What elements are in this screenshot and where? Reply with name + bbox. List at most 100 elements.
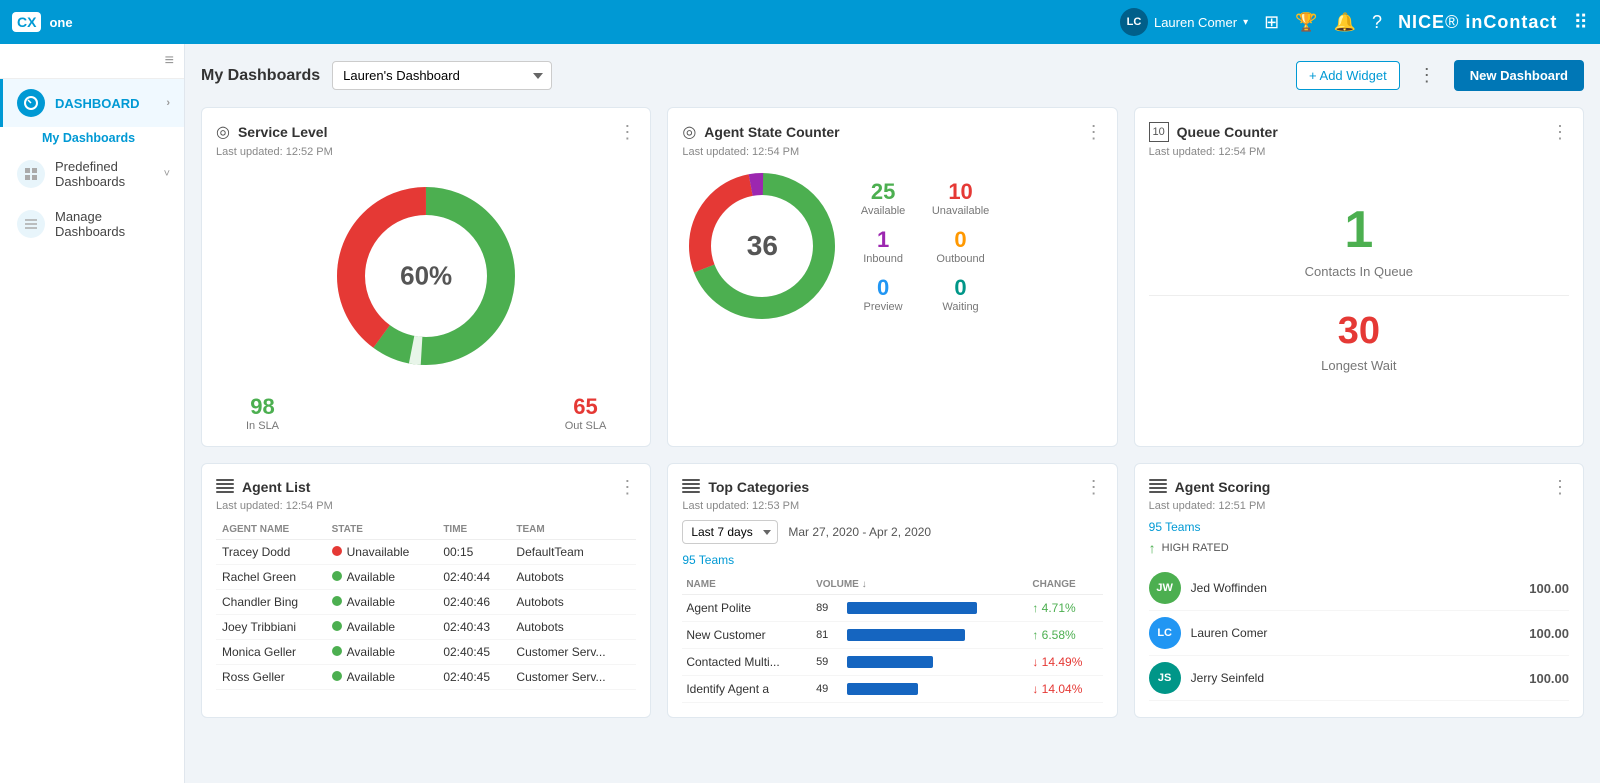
sidebar-manage-dashboards[interactable]: Manage Dashboards [0,199,184,249]
user-avatar: LC [1120,8,1148,36]
apps-grid-icon[interactable]: ⠿ [1573,10,1588,35]
tc-change: ↑ 4.71% [1028,595,1102,622]
al-col-state: STATE [326,520,438,540]
asc-menu-button[interactable]: ⋮ [1085,123,1103,141]
al-icon [216,479,234,496]
dashboard-select[interactable]: Lauren's Dashboard [332,61,552,90]
asc-available-label: Available [854,205,911,217]
agent-name: Jed Woffinden [1191,581,1520,595]
table-row: Ross Geller Available 02:40:45 Customer … [216,665,636,690]
asc-last-updated: Last updated: 12:54 PM [682,146,1102,158]
sidebar-toggle[interactable]: ≡ [0,44,184,79]
asc-inbound: 1 Inbound [854,227,911,265]
agent-name: Ross Geller [216,665,326,690]
volume-value: 89 [816,602,841,614]
hamburger-icon[interactable]: ≡ [165,52,174,70]
agent-name: Rachel Green [216,565,326,590]
as-teams-link[interactable]: 95 Teams [1149,520,1569,534]
tc-menu-button[interactable]: ⋮ [1085,478,1103,496]
sl-title: Service Level [238,124,328,140]
volume-value: 81 [816,629,841,641]
add-widget-button[interactable]: + Add Widget [1296,61,1400,90]
qc-longest-wait-value: 30 [1338,312,1380,350]
sl-in-sla-label: In SLA [246,420,279,432]
tc-name: Agent Polite [682,595,812,622]
tc-volume: 49 [812,676,1028,703]
asc-outbound-value: 0 [932,227,989,253]
main-content: My Dashboards Lauren's Dashboard + Add W… [185,44,1600,783]
asc-donut: 36 [682,166,842,326]
asc-unavailable-value: 10 [932,179,989,205]
trophy-icon[interactable]: 🏆 [1295,12,1317,33]
table-row: Identify Agent a 49 ↓ 14.04% [682,676,1102,703]
available-dot [332,571,342,581]
sl-header: ◎ Service Level ⋮ [216,122,636,142]
asc-stats: 25 Available 10 Unavailable 1 Inbound 0 … [854,179,989,313]
sl-donut: 60% [326,176,526,376]
agent-time: 02:40:43 [437,615,510,640]
help-icon[interactable]: ? [1372,12,1382,33]
tc-title-row: Top Categories [682,479,809,496]
table-row: Contacted Multi... 59 ↓ 14.49% [682,649,1102,676]
toolbar-icon[interactable]: ⊞ [1264,12,1279,33]
asc-unavailable: 10 Unavailable [932,179,989,217]
asc-outbound-label: Outbound [932,253,989,265]
sl-in-sla: 98 In SLA [246,394,279,432]
agent-name: Tracey Dodd [216,540,326,565]
agent-time: 02:40:46 [437,590,510,615]
table-row: Chandler Bing Available 02:40:46 Autobot… [216,590,636,615]
asc-unavailable-label: Unavailable [932,205,989,217]
bell-icon[interactable]: 🔔 [1334,12,1356,33]
qc-title: Queue Counter [1177,124,1278,140]
sl-content: 60% 98 In SLA 65 Out SLA [216,166,636,432]
sidebar-my-dashboards[interactable]: My Dashboards [0,127,184,149]
more-options-button[interactable]: ⋮ [1410,61,1444,90]
user-menu[interactable]: LC Lauren Comer ▾ [1120,8,1248,36]
sidebar-dashboard-label: DASHBOARD [55,96,156,111]
tc-col-change: CHANGE [1028,575,1102,595]
sidebar-item-dashboard[interactable]: DASHBOARD › [0,79,184,127]
available-dot [332,671,342,681]
asc-icon: ◎ [682,122,696,142]
asc-title-row: ◎ Agent State Counter [682,122,839,142]
asc-inbound-value: 1 [854,227,911,253]
tc-header: Top Categories ⋮ [682,478,1102,496]
al-menu-button[interactable]: ⋮ [618,478,636,496]
agent-time: 00:15 [437,540,510,565]
sl-menu-button[interactable]: ⋮ [618,123,636,141]
dashboard-select-wrapper: Lauren's Dashboard [332,61,552,90]
predefined-label: Predefined Dashboards [55,159,154,189]
table-row: Rachel Green Available 02:40:44 Autobots [216,565,636,590]
agent-state: Available [326,590,438,615]
new-dashboard-button[interactable]: New Dashboard [1454,60,1584,91]
as-menu-button[interactable]: ⋮ [1551,478,1569,496]
tc-volume: 59 [812,649,1028,676]
al-col-name: AGENT NAME [216,520,326,540]
asc-title: Agent State Counter [704,124,839,140]
sl-title-row: ◎ Service Level [216,122,327,142]
header-right: + Add Widget ⋮ New Dashboard [1296,60,1584,91]
sl-out-sla-label: Out SLA [565,420,607,432]
bar-container: 89 [816,602,1024,614]
agent-state: Available [326,565,438,590]
page-header: My Dashboards Lauren's Dashboard + Add W… [201,60,1584,91]
cx-logo: CX [12,12,41,32]
unavailable-dot [332,546,342,556]
tc-teams-link[interactable]: 95 Teams [682,553,734,567]
sl-out-sla: 65 Out SLA [565,394,607,432]
tc-name: Identify Agent a [682,676,812,703]
agent-score: 100.00 [1529,626,1569,641]
qc-title-row: 10 Queue Counter [1149,122,1278,142]
arrow-up-icon: ↑ [1149,540,1156,556]
al-header: Agent List ⋮ [216,478,636,496]
qc-menu-button[interactable]: ⋮ [1551,123,1569,141]
asc-waiting-value: 0 [932,275,989,301]
table-row: Monica Geller Available 02:40:45 Custome… [216,640,636,665]
bar-container: 59 [816,656,1024,668]
agent-team: Autobots [510,590,636,615]
table-row: Joey Tribbiani Available 02:40:43 Autobo… [216,615,636,640]
sidebar-predefined-dashboards[interactable]: Predefined Dashboards ˅ [0,149,184,199]
tc-filter-select[interactable]: Last 7 days [682,520,778,544]
volume-bar [847,629,965,641]
list-item: JS Jerry Seinfeld 100.00 [1149,656,1569,701]
